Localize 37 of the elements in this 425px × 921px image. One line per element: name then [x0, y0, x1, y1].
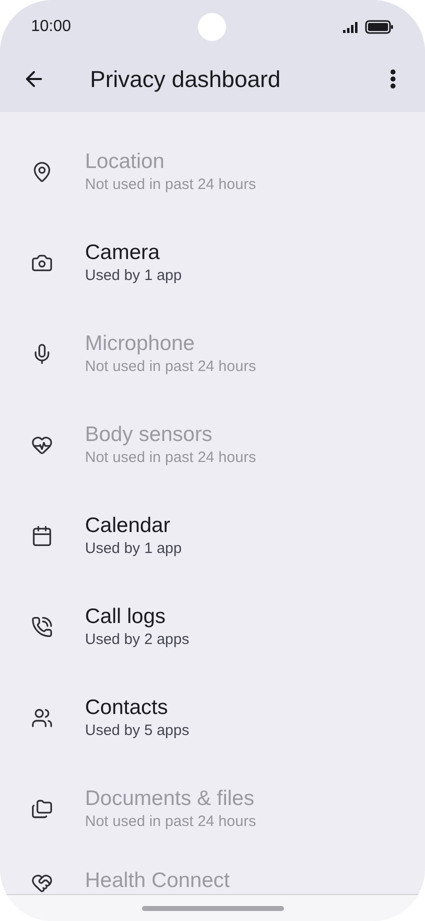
item-title: Camera [85, 240, 161, 266]
permission-item[interactable]: Call logs Used by 2 apps [0, 581, 425, 672]
permission-item[interactable]: Microphone Not used in past 24 hours [0, 308, 425, 399]
permission-item[interactable]: Documents & files Not used in past 24 hours [0, 763, 425, 854]
camera-cutout [198, 13, 226, 41]
item-subtitle: Used by 1 app [85, 266, 182, 286]
location-pin-icon [31, 160, 53, 182]
item-title: Documents & files [85, 786, 256, 812]
more-options-icon [390, 69, 396, 89]
item-subtitle: Not used in past 24 hours [85, 356, 256, 376]
calendar-icon [31, 524, 53, 546]
battery-icon [365, 20, 394, 34]
item-title: Contacts [85, 694, 169, 720]
app-bar-title: Privacy dashboard [90, 64, 280, 94]
permission-item[interactable]: Body sensors Not used in past 24 hours [0, 399, 425, 490]
people-icon [31, 706, 53, 728]
item-title: Call logs [85, 604, 167, 630]
item-subtitle: Used by 5 apps [85, 720, 190, 740]
permission-item[interactable]: Location Not used in past 24 hours [0, 126, 425, 217]
item-subtitle: Used by 2 apps [85, 630, 190, 650]
item-subtitle: Used by 1 app [85, 538, 182, 558]
permission-item[interactable]: Contacts Used by 5 apps [0, 672, 425, 763]
item-title: Calendar [85, 512, 172, 538]
item-title: Location [85, 148, 166, 174]
signal-icon [343, 21, 360, 33]
item-subtitle: Not used in past 24 hours [85, 812, 256, 832]
status-time: 10:00 [31, 17, 72, 37]
permission-item[interactable]: Health Connect [0, 854, 425, 894]
permission-item[interactable]: Camera Used by 1 app [0, 217, 425, 308]
item-title: Body sensors [85, 422, 214, 448]
permission-item[interactable]: Calendar Used by 1 app [0, 490, 425, 581]
phone-icon [31, 616, 53, 638]
item-subtitle: Not used in past 24 hours [85, 448, 256, 468]
item-subtitle: Not used in past 24 hours [85, 174, 256, 194]
folders-icon [31, 798, 53, 820]
item-title: Health Connect [85, 868, 230, 894]
item-title: Microphone [85, 330, 196, 356]
